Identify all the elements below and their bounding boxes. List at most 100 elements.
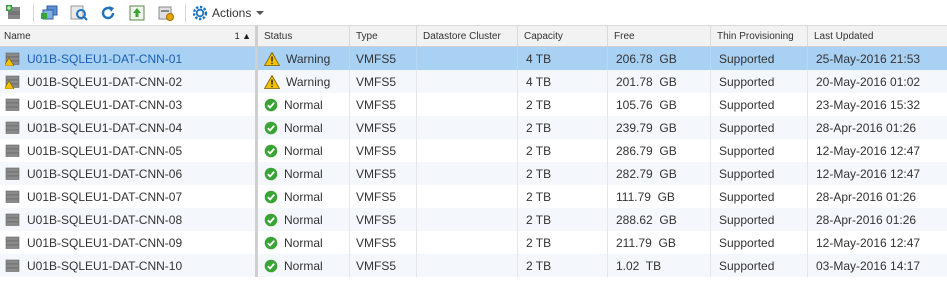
datastore-name-link[interactable]: U01B-SQLEU1-DAT-CNN-09 [27, 236, 182, 250]
toolbar: Actions [0, 0, 947, 25]
datastore-name-link[interactable]: U01B-SQLEU1-DAT-CNN-10 [27, 259, 182, 273]
last-updated-text: 03-May-2016 14:17 [816, 258, 921, 273]
cell-name: U01B-SQLEU1-DAT-CNN-01 [0, 47, 258, 70]
capacity-text: 4 TB [526, 74, 552, 89]
table-row[interactable]: U01B-SQLEU1-DAT-CNN-03 Normal VMFS5 2 TB… [0, 93, 947, 116]
cell-capacity: 2 TB [518, 162, 608, 185]
capacity-text: 2 TB [526, 189, 552, 204]
column-header-type[interactable]: Type [350, 26, 417, 46]
last-updated-text: 12-May-2016 12:47 [816, 143, 921, 158]
table-row[interactable]: U01B-SQLEU1-DAT-CNN-05 Normal VMFS5 2 TB… [0, 139, 947, 162]
capacity-text: 2 TB [526, 166, 552, 181]
column-header-status[interactable]: Status [258, 26, 350, 46]
cell-name: U01B-SQLEU1-DAT-CNN-04 [0, 116, 258, 139]
datastore-icon [5, 213, 21, 227]
cell-last-updated: 28-Apr-2016 01:26 [808, 116, 947, 139]
column-header-capacity[interactable]: Capacity [518, 26, 608, 46]
cell-free: 288.62 GB [608, 208, 711, 231]
type-text: VMFS5 [356, 166, 397, 181]
refresh-icon[interactable] [98, 3, 118, 23]
table-row[interactable]: U01B-SQLEU1-DAT-CNN-08 Normal VMFS5 2 TB… [0, 208, 947, 231]
cell-capacity: 2 TB [518, 93, 608, 116]
table-row[interactable]: U01B-SQLEU1-DAT-CNN-06 Normal VMFS5 2 TB… [0, 162, 947, 185]
status-text: Normal [284, 143, 323, 158]
column-header-last-updated[interactable]: Last Updated [808, 26, 947, 46]
cell-thin-provisioning: Supported [711, 162, 808, 185]
datastore-icon [5, 75, 21, 89]
register-vm-icon[interactable] [40, 3, 60, 23]
type-text: VMFS5 [356, 74, 397, 89]
capacity-text: 4 TB [526, 51, 552, 66]
datastore-name-link[interactable]: U01B-SQLEU1-DAT-CNN-08 [27, 213, 182, 227]
cell-type: VMFS5 [350, 231, 417, 254]
cell-free: 201.78 GB [608, 70, 711, 93]
actions-menu-button[interactable]: Actions [192, 5, 265, 21]
datastore-name-link[interactable]: U01B-SQLEU1-DAT-CNN-03 [27, 98, 182, 112]
column-header-label: Thin Provisioning [717, 30, 794, 42]
new-datastore-icon[interactable] [4, 3, 24, 23]
table-row[interactable]: U01B-SQLEU1-DAT-CNN-04 Normal VMFS5 2 TB… [0, 116, 947, 139]
cell-type: VMFS5 [350, 162, 417, 185]
free-text: 286.79 GB [616, 143, 677, 158]
cell-last-updated: 23-May-2016 15:32 [808, 93, 947, 116]
cell-cluster [417, 116, 518, 139]
column-header-label: Datastore Cluster [423, 30, 501, 42]
cell-thin-provisioning: Supported [711, 139, 808, 162]
thin-provisioning-text: Supported [719, 235, 775, 250]
free-text: 206.78 GB [616, 51, 677, 66]
last-updated-text: 12-May-2016 12:47 [816, 235, 921, 250]
actions-label: Actions [212, 5, 252, 20]
thin-provisioning-text: Supported [719, 97, 775, 112]
datastore-name-link[interactable]: U01B-SQLEU1-DAT-CNN-06 [27, 167, 182, 181]
thin-provisioning-text: Supported [719, 212, 775, 227]
table-row[interactable]: U01B-SQLEU1-DAT-CNN-10 Normal VMFS5 2 TB… [0, 254, 947, 277]
check-circle-icon [264, 121, 278, 135]
column-header-cluster[interactable]: Datastore Cluster [417, 26, 518, 46]
column-header-label: Capacity [524, 30, 563, 42]
capacity-text: 2 TB [526, 212, 552, 227]
datastore-name-link[interactable]: U01B-SQLEU1-DAT-CNN-01 [27, 52, 182, 66]
browse-files-icon[interactable] [69, 3, 89, 23]
table-row[interactable]: U01B-SQLEU1-DAT-CNN-07 Normal VMFS5 2 TB… [0, 185, 947, 208]
type-text: VMFS5 [356, 235, 397, 250]
cell-capacity: 4 TB [518, 47, 608, 70]
datastore-icon [5, 167, 21, 181]
datastore-name-link[interactable]: U01B-SQLEU1-DAT-CNN-02 [27, 75, 182, 89]
cell-cluster [417, 254, 518, 277]
cell-capacity: 4 TB [518, 70, 608, 93]
cell-type: VMFS5 [350, 139, 417, 162]
column-header-thin-provisioning[interactable]: Thin Provisioning [711, 26, 808, 46]
table-row[interactable]: U01B-SQLEU1-DAT-CNN-02 Warning VMFS5 4 T… [0, 70, 947, 93]
column-header-name[interactable]: Name 1 ▲ [0, 26, 258, 46]
capacity-text: 2 TB [526, 235, 552, 250]
datastore-name-link[interactable]: U01B-SQLEU1-DAT-CNN-07 [27, 190, 182, 204]
status-text: Normal [284, 212, 323, 227]
status-text: Normal [284, 120, 323, 135]
datastore-name-link[interactable]: U01B-SQLEU1-DAT-CNN-04 [27, 121, 182, 135]
cell-last-updated: 12-May-2016 12:47 [808, 231, 947, 254]
free-text: 201.78 GB [616, 74, 677, 89]
status-text: Warning [286, 51, 331, 66]
table-row[interactable]: U01B-SQLEU1-DAT-CNN-09 Normal VMFS5 2 TB… [0, 231, 947, 254]
cell-capacity: 2 TB [518, 231, 608, 254]
cell-type: VMFS5 [350, 116, 417, 139]
increase-capacity-icon[interactable] [127, 3, 147, 23]
cell-free: 1.02 TB [608, 254, 711, 277]
last-updated-text: 25-May-2016 21:53 [816, 51, 921, 66]
datastore-settings-icon[interactable] [156, 3, 176, 23]
datastore-name-link[interactable]: U01B-SQLEU1-DAT-CNN-05 [27, 144, 182, 158]
cell-free: 211.79 GB [608, 231, 711, 254]
check-circle-icon [264, 98, 278, 112]
toolbar-separator [185, 3, 186, 22]
cell-cluster [417, 93, 518, 116]
capacity-text: 2 TB [526, 143, 552, 158]
cell-cluster [417, 208, 518, 231]
cell-name: U01B-SQLEU1-DAT-CNN-02 [0, 70, 258, 93]
cell-status: Normal [258, 254, 350, 277]
column-header-label: Name [4, 30, 31, 42]
table-row[interactable]: U01B-SQLEU1-DAT-CNN-01 Warning VMFS5 4 T… [0, 47, 947, 70]
cell-name: U01B-SQLEU1-DAT-CNN-10 [0, 254, 258, 277]
column-header-free[interactable]: Free [608, 26, 711, 46]
last-updated-text: 23-May-2016 15:32 [816, 97, 921, 112]
cell-free: 105.76 GB [608, 93, 711, 116]
